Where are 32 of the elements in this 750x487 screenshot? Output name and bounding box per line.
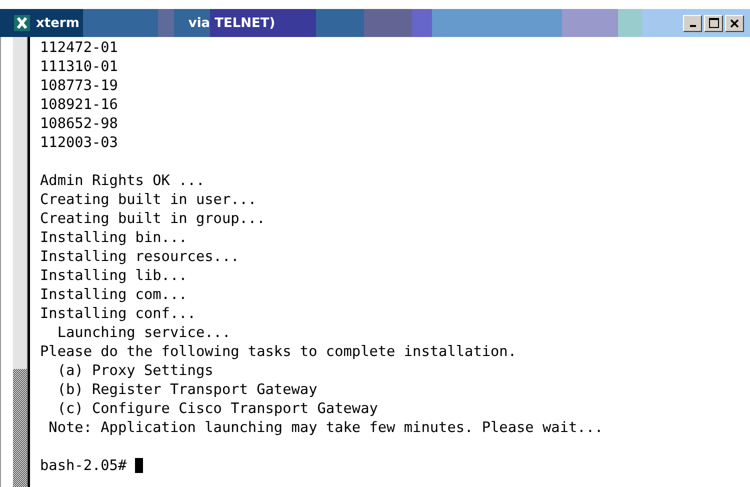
terminal-line: (a) Proxy Settings xyxy=(56,362,214,381)
terminal-line: Installing resources... xyxy=(40,248,240,267)
terminal-line: 108652-98 xyxy=(40,115,119,134)
app-icon xyxy=(14,15,30,31)
maximize-icon xyxy=(708,18,718,28)
terminal-line: Note: Application launching may take few minutes. Please wait... xyxy=(48,419,604,438)
terminal-line: (c) Configure Cisco Transport Gateway xyxy=(56,400,379,419)
terminal-line: (b) Register Transport Gateway xyxy=(56,381,318,400)
terminal-line: 108921-16 xyxy=(40,96,119,115)
terminal-line: Creating built in group... xyxy=(40,210,266,229)
maximize-button[interactable] xyxy=(704,14,723,32)
terminal-line: 112003-03 xyxy=(40,134,119,153)
window-title: via TELNET) xyxy=(187,16,276,30)
terminal-line: 108773-19 xyxy=(40,77,119,96)
scrollbar-thumb[interactable] xyxy=(13,369,27,487)
shell-prompt: bash-2.05# xyxy=(40,458,127,474)
terminal-line: Installing lib... xyxy=(40,267,188,286)
terminal-line: Launching service... xyxy=(56,324,232,343)
terminal-line: 111310-01 xyxy=(40,58,119,77)
window-title: xterm xyxy=(35,16,80,30)
terminal-line: Installing com... xyxy=(40,286,188,305)
minimize-button[interactable] xyxy=(683,14,702,32)
terminal-line: Admin Rights OK ... xyxy=(40,172,206,191)
close-button[interactable] xyxy=(725,14,744,32)
text-cursor xyxy=(135,458,144,473)
terminal-line: Installing bin... xyxy=(40,229,188,248)
terminal-line: 112472-01 xyxy=(40,39,119,58)
terminal-line: Creating built in user... xyxy=(40,191,258,210)
terminal-line: Please do the following tasks to complete installation. xyxy=(40,343,518,362)
scrollbar[interactable] xyxy=(13,37,28,487)
terminal-line: Installing conf... xyxy=(40,305,197,324)
close-icon xyxy=(730,18,739,28)
